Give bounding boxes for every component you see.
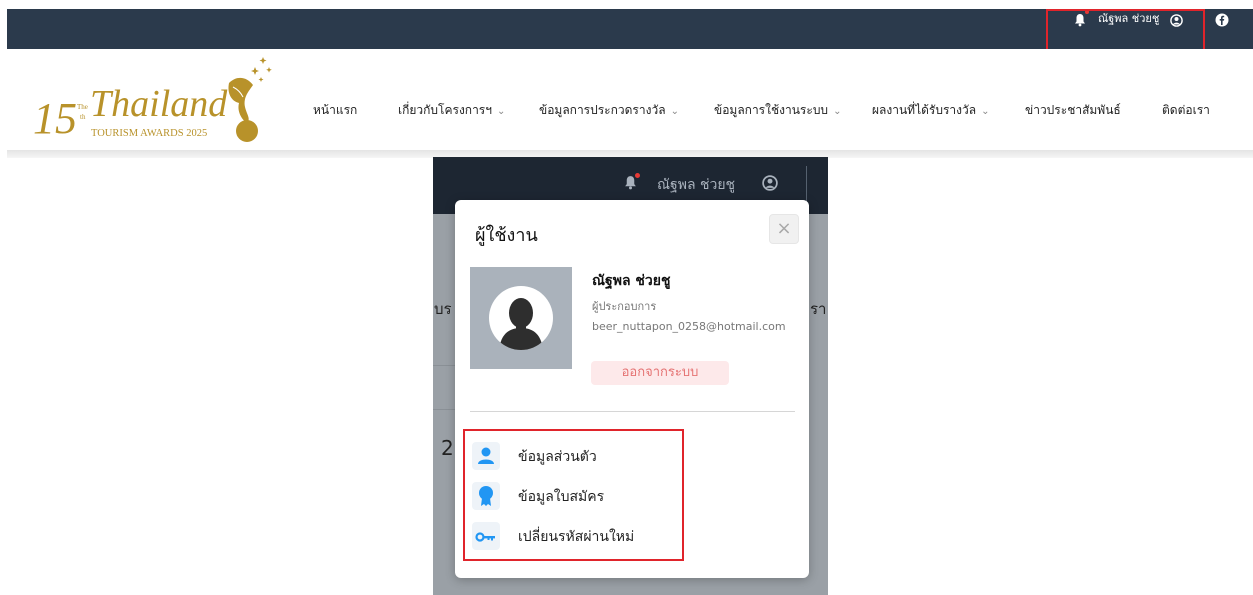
nav-contest-info[interactable]: ข้อมูลการประกวดรางวัล ⌄: [539, 101, 679, 121]
chevron-down-icon: ⌄: [833, 106, 842, 117]
highlight-box-menu: [463, 429, 684, 561]
logo-sup-bottom: th: [80, 113, 86, 121]
background-text-right: รา: [810, 300, 827, 318]
logo-name: Thailand: [90, 83, 228, 125]
person-silhouette-icon: [499, 298, 543, 350]
nav-label: ข้อมูลการประกวดรางวัล: [539, 103, 666, 117]
chevron-down-icon: ⌄: [496, 106, 506, 117]
nav-system-usage[interactable]: ข้อมูลการใช้งานระบบ ⌄: [714, 101, 841, 121]
background-line: [433, 365, 455, 366]
facebook-icon[interactable]: [1215, 12, 1229, 27]
background-user-name: ณัฐพล ช่วยชู: [657, 177, 736, 193]
avatar: [470, 267, 572, 369]
nav-label: ข่าวประชาสัมพันธ์: [1025, 103, 1121, 117]
user-circle-icon: [762, 175, 778, 191]
user-name: ณัฐพล ช่วยชู: [592, 273, 671, 289]
logout-button[interactable]: ออกจากระบบ: [591, 361, 729, 385]
background-number: 2: [441, 436, 454, 460]
nav-label: ผลงานที่ได้รับรางวัล: [872, 103, 977, 117]
background-text-left: บร: [434, 300, 452, 318]
nav-label: ข้อมูลการใช้งานระบบ: [714, 103, 829, 117]
chevron-down-icon: ⌄: [670, 106, 679, 117]
nav-label: เกี่ยวกับโครงการฯ: [398, 103, 492, 117]
notification-dot: [635, 173, 640, 178]
logo-tagline: TOURISM AWARDS 2025: [91, 128, 207, 139]
user-email: beer_nuttapon_0258@hotmail.com: [592, 320, 786, 333]
nav-winners[interactable]: ผลงานที่ได้รับรางวัล ⌄: [872, 101, 990, 121]
background-line: [433, 409, 455, 410]
close-icon[interactable]: ×: [769, 214, 799, 244]
logo-emblem-icon: [228, 57, 272, 142]
nav-home[interactable]: หน้าแรก: [313, 101, 357, 119]
nav-label: ติดต่อเรา: [1162, 103, 1210, 117]
nav-label: หน้าแรก: [313, 103, 358, 117]
nav-about[interactable]: เกี่ยวกับโครงการฯ ⌄: [398, 101, 505, 121]
modal-divider: [470, 411, 795, 412]
user-role: ผู้ประกอบการ: [592, 300, 657, 313]
site-logo[interactable]: 15 The th Thailand TOURISM AWARDS 2025: [33, 53, 273, 145]
nav-news[interactable]: ข่าวประชาสัมพันธ์: [1025, 101, 1121, 119]
nav-contact[interactable]: ติดต่อเรา: [1162, 101, 1210, 119]
logo-sup-top: The: [77, 103, 88, 111]
modal-title: ผู้ใช้งาน: [475, 225, 538, 246]
logo-number: 15: [33, 94, 77, 143]
chevron-down-icon: ⌄: [981, 106, 990, 117]
bell-icon: [624, 173, 640, 190]
